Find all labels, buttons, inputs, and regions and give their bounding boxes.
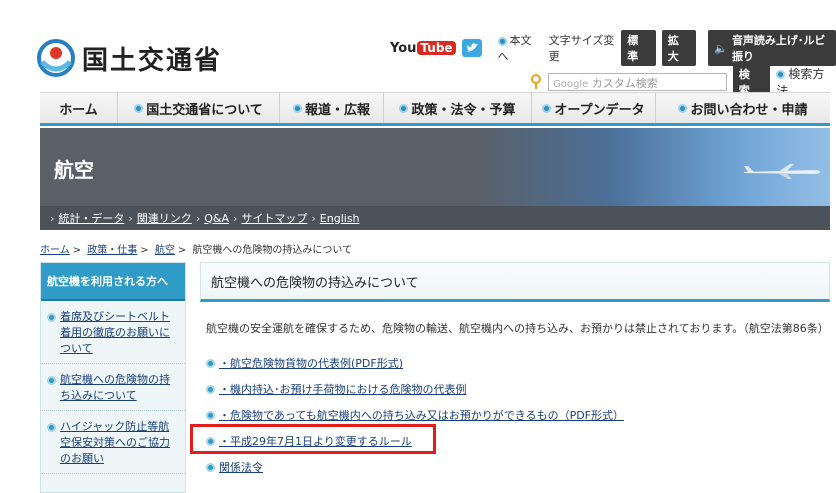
breadcrumb: ホーム > 政策・仕事 > 航空 > 航空機への危険物の持込みについて <box>40 245 353 256</box>
section-subnav: › 統計・データ › 関連リンク › Q&A › サイトマップ › English <box>40 206 830 230</box>
sidebar-item-dangerous-goods[interactable]: 航空機への危険物の持ち込みについて <box>41 364 185 411</box>
bullet-icon <box>678 103 688 113</box>
font-standard-button[interactable]: 標 準 <box>621 30 656 66</box>
link-cargo-examples[interactable]: ・航空危険物貨物の代表例(PDF形式) <box>219 355 403 371</box>
main-text-link[interactable]: 本文へ <box>497 32 537 64</box>
bullet-icon <box>399 103 409 113</box>
bullet-icon <box>776 70 786 79</box>
youtube-link[interactable]: You Tube <box>390 39 456 57</box>
mlit-logo-icon <box>36 38 76 78</box>
global-nav: ホーム 国土交通省について 報道・広報 政策・法令・予算 オープンデータ お問い… <box>40 92 830 126</box>
breadcrumb-aviation[interactable]: 航空 <box>155 245 175 256</box>
section-banner: 航空 <box>40 128 830 206</box>
search-pin-icon <box>530 74 542 90</box>
breadcrumb-policy[interactable]: 政策・仕事 <box>87 245 137 256</box>
nav-press[interactable]: 報道・広報 <box>280 93 384 123</box>
subnav-english[interactable]: English <box>320 212 360 225</box>
breadcrumb-home[interactable]: ホーム <box>40 245 70 256</box>
logo-text: 国土交通省 <box>82 45 223 76</box>
utility-bar: You Tube 本文へ 文字サイズ変更 標 準 拡 大 🔈 音声読み上げ･ルビ振り <box>390 30 836 66</box>
list-item: ・機内持込･お預け手荷物における危険物の代表例 <box>206 376 830 402</box>
bullet-icon <box>497 36 507 46</box>
bullet-icon <box>542 103 552 113</box>
site-logo[interactable]: 国土交通省 <box>36 38 222 78</box>
subnav-statistics[interactable]: 統計・データ <box>58 210 124 226</box>
bullet-icon <box>47 376 56 385</box>
airplane-icon <box>744 164 820 179</box>
subnav-related-links[interactable]: 関連リンク <box>137 210 192 226</box>
link-related-laws[interactable]: 関係法令 <box>219 459 263 475</box>
list-item: ・航空危険物貨物の代表例(PDF形式) <box>206 350 830 376</box>
search-input[interactable]: Google カスタム検索 <box>548 73 727 91</box>
bullet-icon <box>47 423 56 432</box>
speaker-icon: 🔈 <box>714 41 728 55</box>
bullet-icon <box>206 384 215 394</box>
subnav-sitemap[interactable]: サイトマップ <box>241 210 307 226</box>
link-baggage-examples[interactable]: ・機内持込･お預け手荷物における危険物の代表例 <box>219 381 467 397</box>
nav-contact[interactable]: お問い合わせ・申請 <box>656 93 830 123</box>
twitter-icon[interactable] <box>461 39 482 57</box>
sidebar: 航空機を利用される方へ 着席及びシートベルト着用の徹底のお願いについて 航空機へ… <box>40 262 186 493</box>
nav-policy[interactable]: 政策・法令・予算 <box>384 93 532 123</box>
banner-title: 航空 <box>54 158 94 182</box>
nav-home[interactable]: ホーム <box>40 93 118 123</box>
font-size-label: 文字サイズ変更 <box>548 34 615 63</box>
font-large-button[interactable]: 拡 大 <box>661 30 697 66</box>
intro-text: 航空機の安全運航を確保するため、危険物の輸送、航空機内への持ち込み、お預かりは禁… <box>206 322 829 335</box>
nav-about[interactable]: 国土交通省について <box>118 93 280 123</box>
bullet-icon <box>206 358 215 368</box>
bullet-icon <box>206 410 215 420</box>
breadcrumb-current: 航空機への危険物の持込みについて <box>192 245 353 256</box>
link-allowed-items[interactable]: ・危険物であっても航空機内への持ち込み又はお預かりができるもの（PDF形式） <box>219 407 624 423</box>
bullet-icon <box>47 313 56 322</box>
nav-open-data[interactable]: オープンデータ <box>532 93 656 123</box>
bullet-icon <box>292 103 302 113</box>
bullet-icon <box>134 103 144 113</box>
speech-ruby-button[interactable]: 🔈 音声読み上げ･ルビ振り <box>708 30 836 66</box>
list-item: 関係法令 <box>206 454 830 480</box>
sidebar-item-seatbelt[interactable]: 着席及びシートベルト着用の徹底のお願いについて <box>41 301 185 364</box>
sidebar-item-hijack-prevention[interactable]: ハイジャック防止等航空保安対策へのご協力のお願い <box>41 411 185 474</box>
page-title: 航空機への危険物の持込みについて <box>200 262 830 302</box>
sidebar-heading: 航空機を利用される方へ <box>41 263 185 301</box>
subnav-qa[interactable]: Q&A <box>204 212 229 225</box>
bullet-icon <box>206 462 215 472</box>
link-list: ・航空危険物貨物の代表例(PDF形式) ・機内持込･お預け手荷物における危険物の… <box>200 350 830 480</box>
highlight-box <box>190 424 436 454</box>
